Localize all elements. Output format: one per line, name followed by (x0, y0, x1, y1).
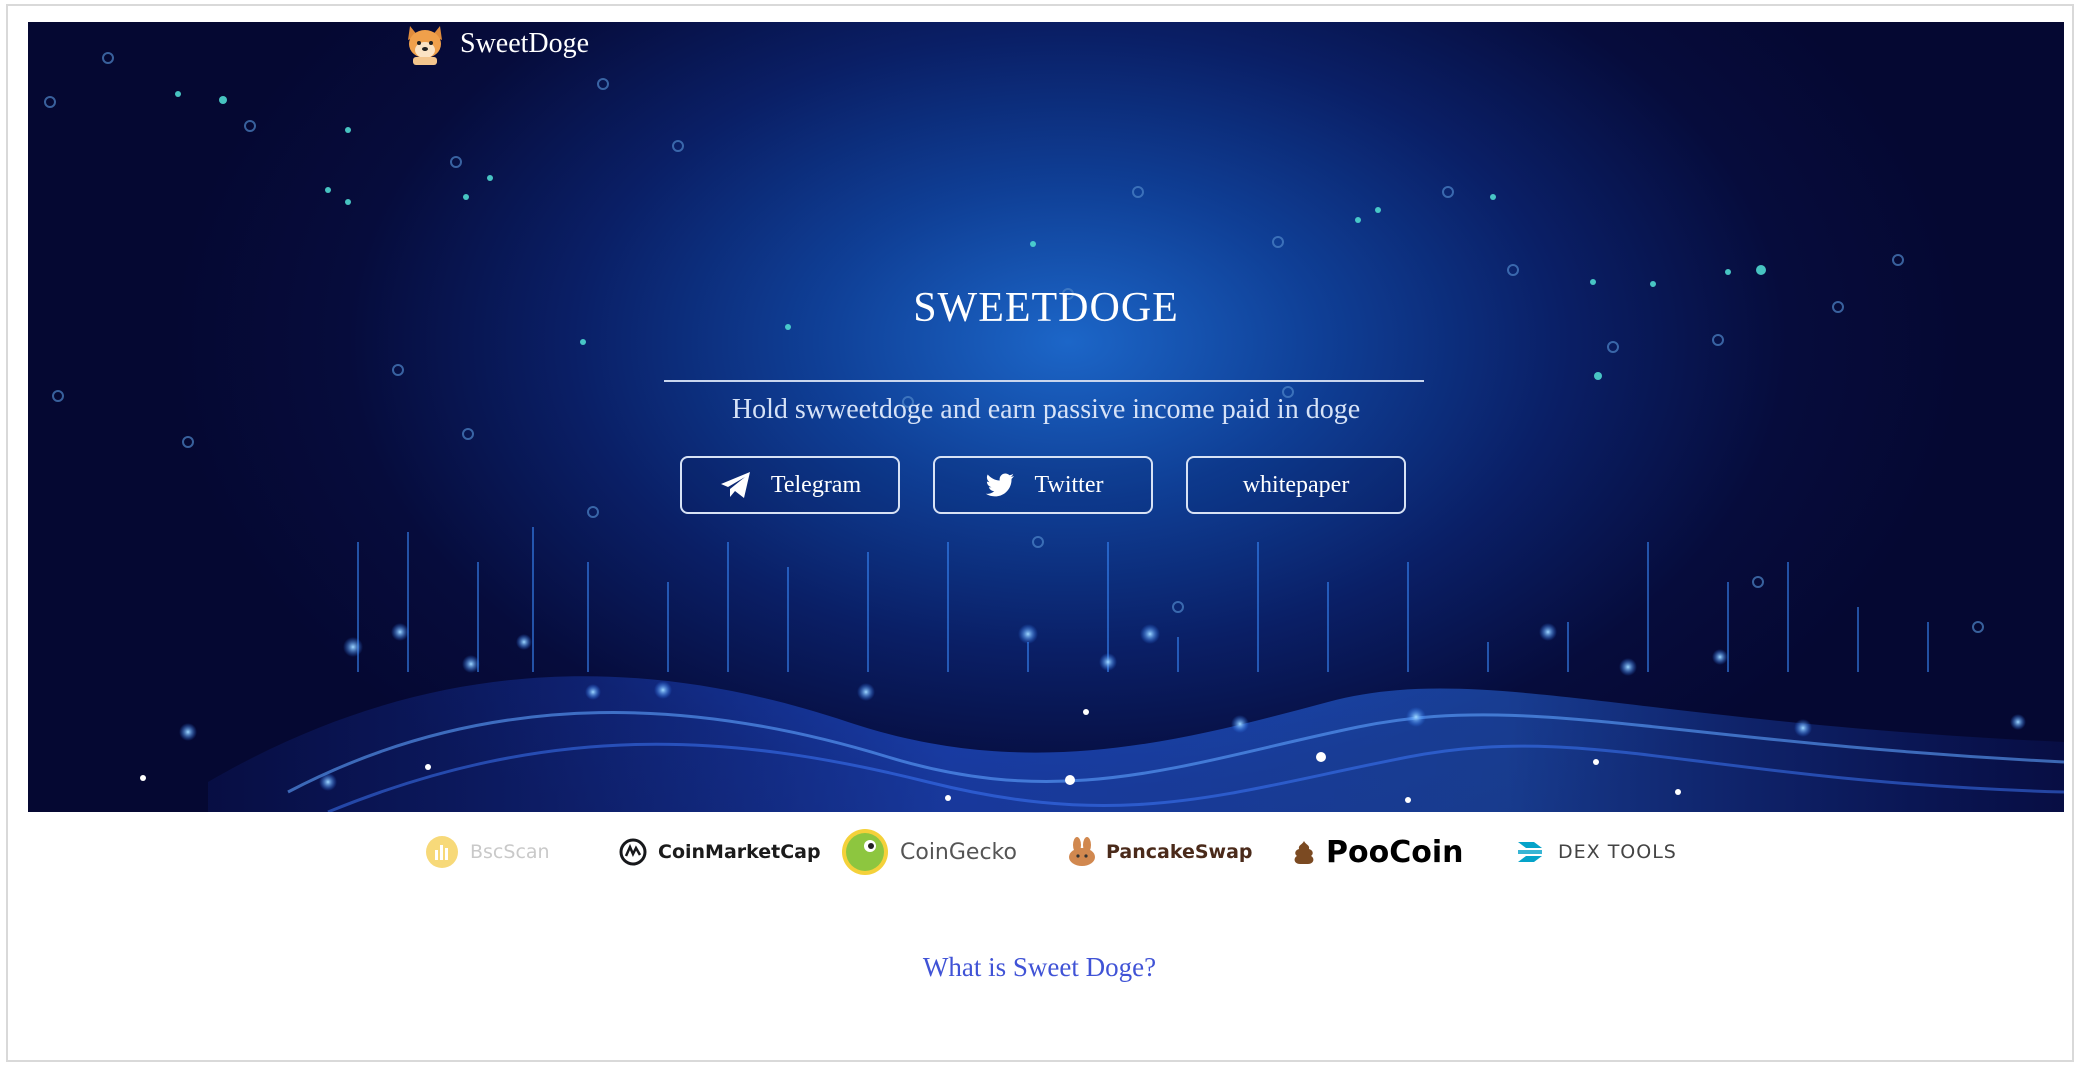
poocoin-icon (1294, 841, 1314, 864)
whitepaper-button[interactable]: whitepaper (1186, 456, 1406, 514)
hero-divider (664, 380, 1424, 382)
hero-banner: SweetDoge SWEETDOGE Hold swweetdoge and … (28, 22, 2064, 812)
partner-poocoin-label: PooCoin (1326, 834, 1464, 870)
bscscan-icon (426, 836, 458, 868)
twitter-icon (985, 473, 1014, 497)
partner-poocoin[interactable]: PooCoin (1292, 828, 1463, 876)
partner-coingecko-label: CoinGecko (900, 839, 1017, 865)
whitepaper-button-label: whitepaper (1242, 471, 1350, 498)
brand-name: SweetDoge (460, 28, 590, 59)
partner-pancakeswap[interactable]: PancakeSwap (1068, 828, 1253, 876)
partner-coinmarketcap[interactable]: CoinMarketCap (618, 828, 821, 876)
telegram-icon (720, 472, 750, 498)
partner-bscscan-label: BscScan (470, 841, 550, 863)
partner-bscscan[interactable]: BscScan (424, 828, 550, 876)
partner-logos: BscScan CoinMarketCap CoinGecko PancakeS… (0, 828, 2079, 888)
dextools-icon (1518, 842, 1542, 862)
coingecko-icon (842, 829, 888, 875)
hero-title: SWEETDOGE (913, 285, 1179, 331)
twitter-button[interactable]: Twitter (933, 456, 1153, 514)
hero-subtitle: Hold swweetdoge and earn passive income … (731, 394, 1361, 425)
telegram-button[interactable]: Telegram (680, 456, 900, 514)
shiba-dog-icon (408, 26, 442, 65)
twitter-button-label: Twitter (1034, 471, 1104, 498)
partner-coingecko[interactable]: CoinGecko (840, 828, 1017, 876)
partner-pancakeswap-label: PancakeSwap (1106, 841, 1253, 863)
section-heading: What is Sweet Doge? (922, 952, 1157, 982)
partner-dextools[interactable]: DEX TOOLS (1512, 828, 1677, 876)
partner-coinmarketcap-label: CoinMarketCap (658, 841, 821, 863)
coinmarketcap-icon (619, 838, 647, 866)
brand[interactable]: SweetDoge (404, 22, 589, 66)
pancakeswap-icon (1069, 837, 1095, 866)
telegram-button-label: Telegram (770, 471, 862, 498)
partner-dextools-label: DEX TOOLS (1558, 841, 1677, 863)
